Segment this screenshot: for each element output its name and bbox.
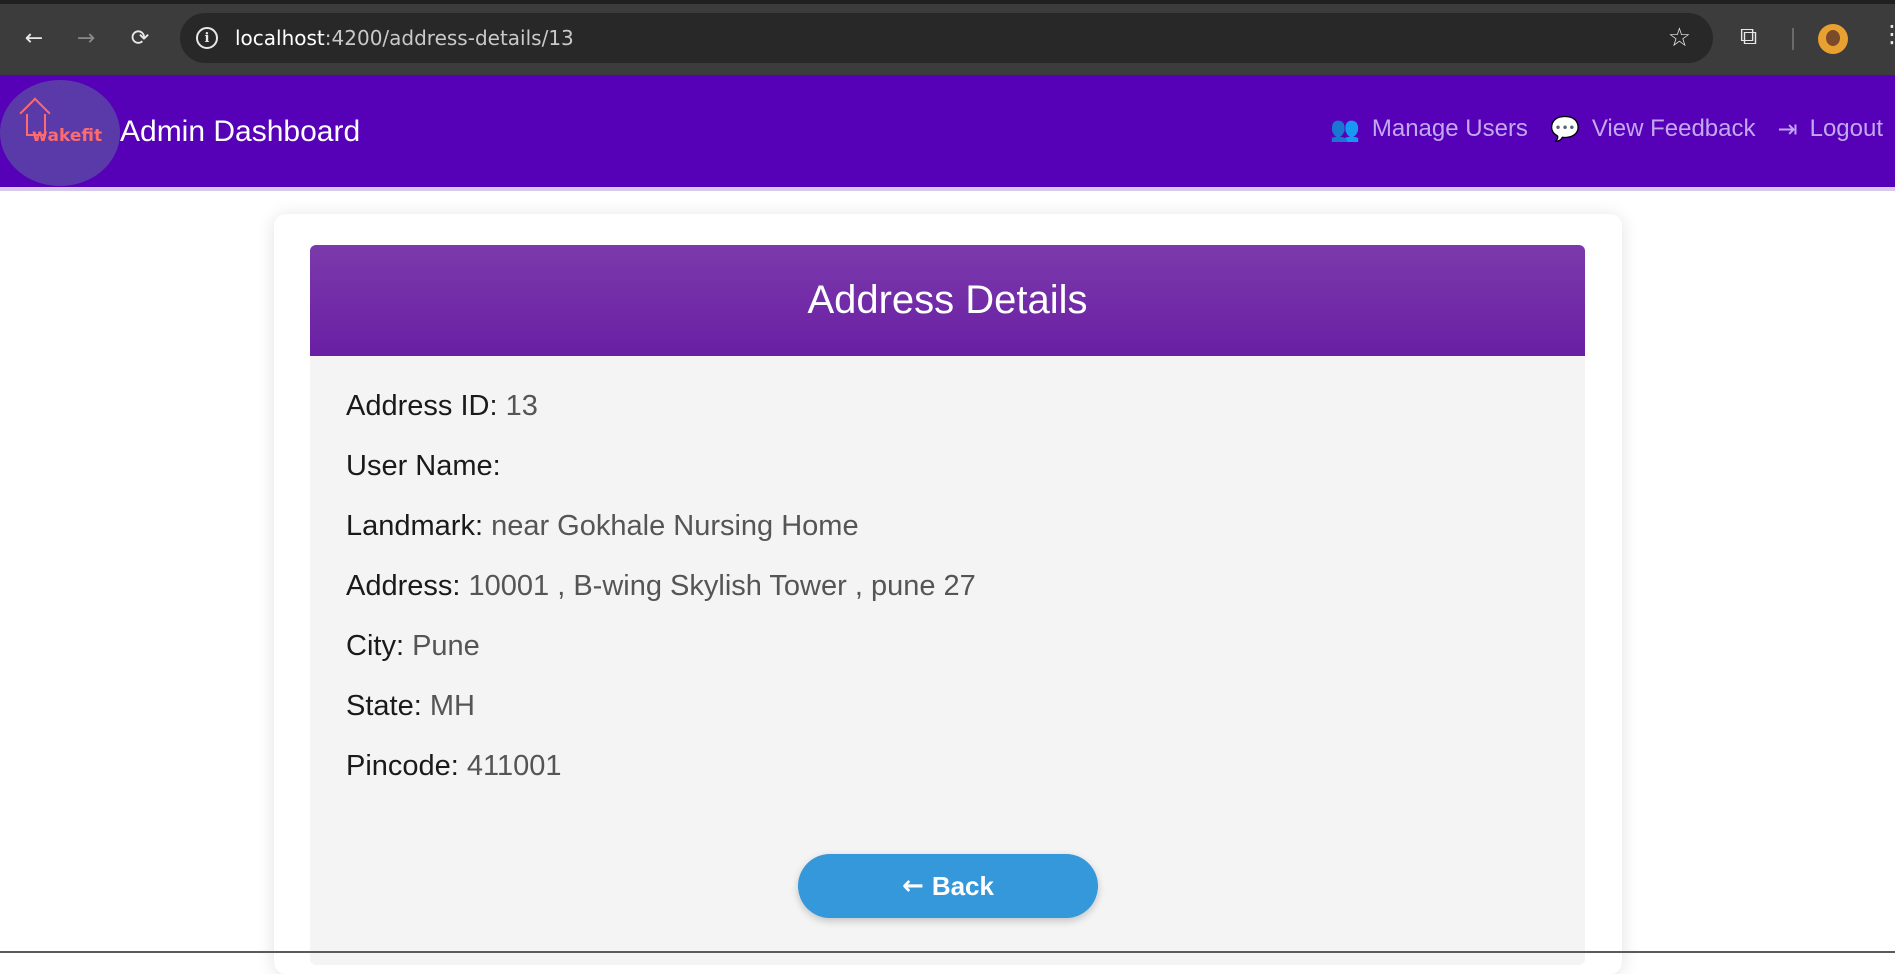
detail-user-name: User Name: bbox=[346, 451, 1585, 481]
nav-manage-users-link[interactable]: 👥 Manage Users bbox=[1330, 115, 1528, 143]
detail-city: City: Pune bbox=[346, 631, 1585, 661]
detail-label: Address ID: bbox=[346, 390, 498, 422]
url-path: :4200/address-details/13 bbox=[324, 26, 574, 50]
profile-avatar[interactable] bbox=[1818, 24, 1848, 54]
nav-view-feedback-link[interactable]: 💬 View Feedback bbox=[1550, 115, 1756, 143]
nav-link-label: View Feedback bbox=[1591, 115, 1756, 142]
house-icon bbox=[26, 114, 46, 136]
reload-icon[interactable]: ⟳ bbox=[124, 22, 156, 54]
users-icon: 👥 bbox=[1329, 115, 1360, 143]
site-info-icon[interactable]: i bbox=[196, 27, 218, 49]
detail-label: Address: bbox=[346, 570, 461, 602]
detail-label: Pincode: bbox=[346, 750, 459, 782]
detail-value: Pune bbox=[412, 630, 480, 662]
card-header: Address Details bbox=[310, 245, 1585, 356]
nav-link-label: Logout bbox=[1809, 115, 1883, 142]
detail-value: 13 bbox=[505, 390, 538, 422]
url-text[interactable]: localhost:4200/address-details/13 bbox=[235, 26, 574, 50]
detail-address: Address: 10001 , B-wing Skylish Tower , … bbox=[346, 571, 1585, 601]
arrow-left-icon: ← bbox=[902, 871, 924, 901]
detail-label: User Name: bbox=[346, 450, 501, 482]
url-host: localhost bbox=[235, 26, 325, 50]
back-button-label: Back bbox=[931, 870, 994, 901]
comments-icon: 💬 bbox=[1549, 115, 1580, 143]
detail-address-id: Address ID: 13 bbox=[346, 391, 1585, 421]
detail-state: State: MH bbox=[346, 691, 1585, 721]
back-arrow-icon[interactable]: ← bbox=[18, 22, 50, 54]
detail-value: MH bbox=[429, 690, 475, 722]
address-bar[interactable]: i localhost:4200/address-details/13 ☆ bbox=[180, 13, 1713, 63]
detail-label: State: bbox=[346, 690, 422, 722]
wakefit-logo[interactable]: wakefit bbox=[0, 80, 120, 186]
detail-value: 10001 , B-wing Skylish Tower , pune 27 bbox=[468, 570, 976, 602]
tab-strip bbox=[0, 0, 1895, 4]
nav-logout-link[interactable]: ⇥ Logout bbox=[1777, 115, 1883, 143]
address-details-card: Address Details Address ID: 13 User Name… bbox=[310, 245, 1585, 965]
detail-value: near Gokhale Nursing Home bbox=[491, 510, 859, 542]
nav-links: 👥 Manage Users 💬 View Feedback ⇥ Logout bbox=[1330, 115, 1883, 143]
detail-label: Landmark: bbox=[346, 510, 484, 542]
detail-landmark: Landmark: near Gokhale Nursing Home bbox=[346, 511, 1585, 541]
detail-pincode: Pincode: 411001 bbox=[346, 751, 1585, 781]
extensions-icon[interactable]: ⧉ bbox=[1740, 22, 1768, 50]
detail-label: City: bbox=[346, 630, 404, 662]
browser-toolbar: ← → ⟳ i localhost:4200/address-details/1… bbox=[0, 0, 1895, 75]
back-button[interactable]: ← Back bbox=[798, 854, 1098, 918]
detail-value: 411001 bbox=[466, 750, 562, 782]
nav-link-label: Manage Users bbox=[1371, 115, 1528, 142]
card-title: Address Details bbox=[807, 278, 1088, 322]
app-navbar: wakefit Admin Dashboard 👥 Manage Users 💬… bbox=[0, 75, 1895, 191]
logout-icon: ⇥ bbox=[1777, 115, 1798, 143]
bookmark-star-icon[interactable]: ☆ bbox=[1668, 23, 1691, 53]
address-details-list: Address ID: 13 User Name: Landmark: near… bbox=[310, 356, 1585, 781]
dashboard-title: Admin Dashboard bbox=[120, 115, 361, 148]
toolbar-divider bbox=[1792, 28, 1794, 50]
browser-menu-icon[interactable]: ⋮ bbox=[1880, 22, 1895, 46]
forward-arrow-icon[interactable]: → bbox=[70, 22, 102, 54]
